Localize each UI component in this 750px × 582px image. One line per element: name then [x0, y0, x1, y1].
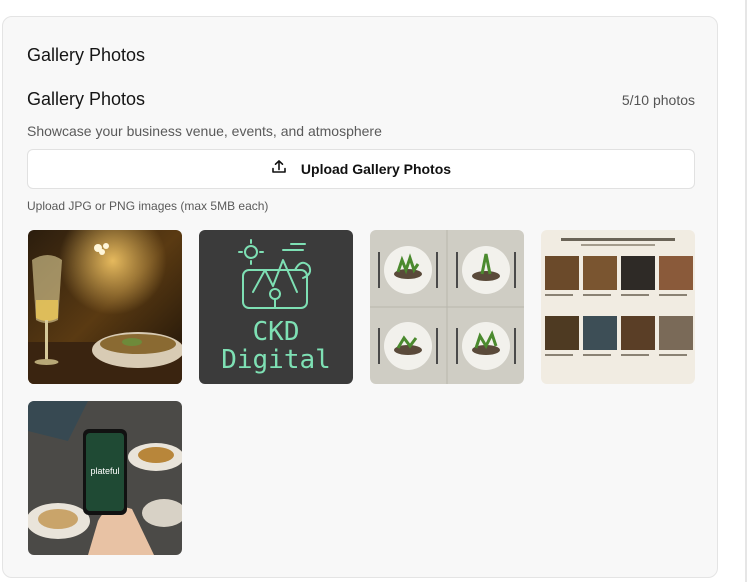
gallery-photo-ckd-digital-logo[interactable]: CKD Digital	[199, 230, 353, 384]
restaurant-table-image	[28, 230, 182, 384]
upload-button-label: Upload Gallery Photos	[300, 161, 452, 177]
gallery-photo-restaurant-table[interactable]	[28, 230, 182, 384]
gallery-card: Gallery Photos Gallery Photos 5/10 photo…	[2, 16, 718, 578]
section-title: Gallery Photos	[27, 45, 146, 65]
upload-hint: Upload JPG or PNG images (max 5MB each)	[27, 199, 269, 213]
ckd-digital-logo-image: CKD Digital	[199, 230, 353, 384]
logo-line-2: Digital	[221, 345, 331, 375]
gallery-photo-phone-app[interactable]: plateful	[28, 401, 182, 555]
photo-count: 5/10 photos	[621, 92, 695, 108]
gallery-title: Gallery Photos	[27, 89, 146, 109]
plates-image	[370, 230, 524, 384]
upload-icon	[271, 159, 287, 180]
phone-app-image: plateful	[28, 401, 182, 555]
scrollbar-track[interactable]	[745, 0, 747, 582]
logo-line-1: CKD	[253, 317, 300, 347]
restaurant-collage-image	[541, 230, 695, 384]
gallery-photo-plates[interactable]	[370, 230, 524, 384]
gallery-description: Showcase your business venue, events, an…	[27, 123, 382, 139]
gallery-photo-restaurant-collage[interactable]	[541, 230, 695, 384]
upload-gallery-photos-button[interactable]: Upload Gallery Photos	[27, 149, 695, 189]
app-name-text: plateful	[90, 466, 119, 476]
